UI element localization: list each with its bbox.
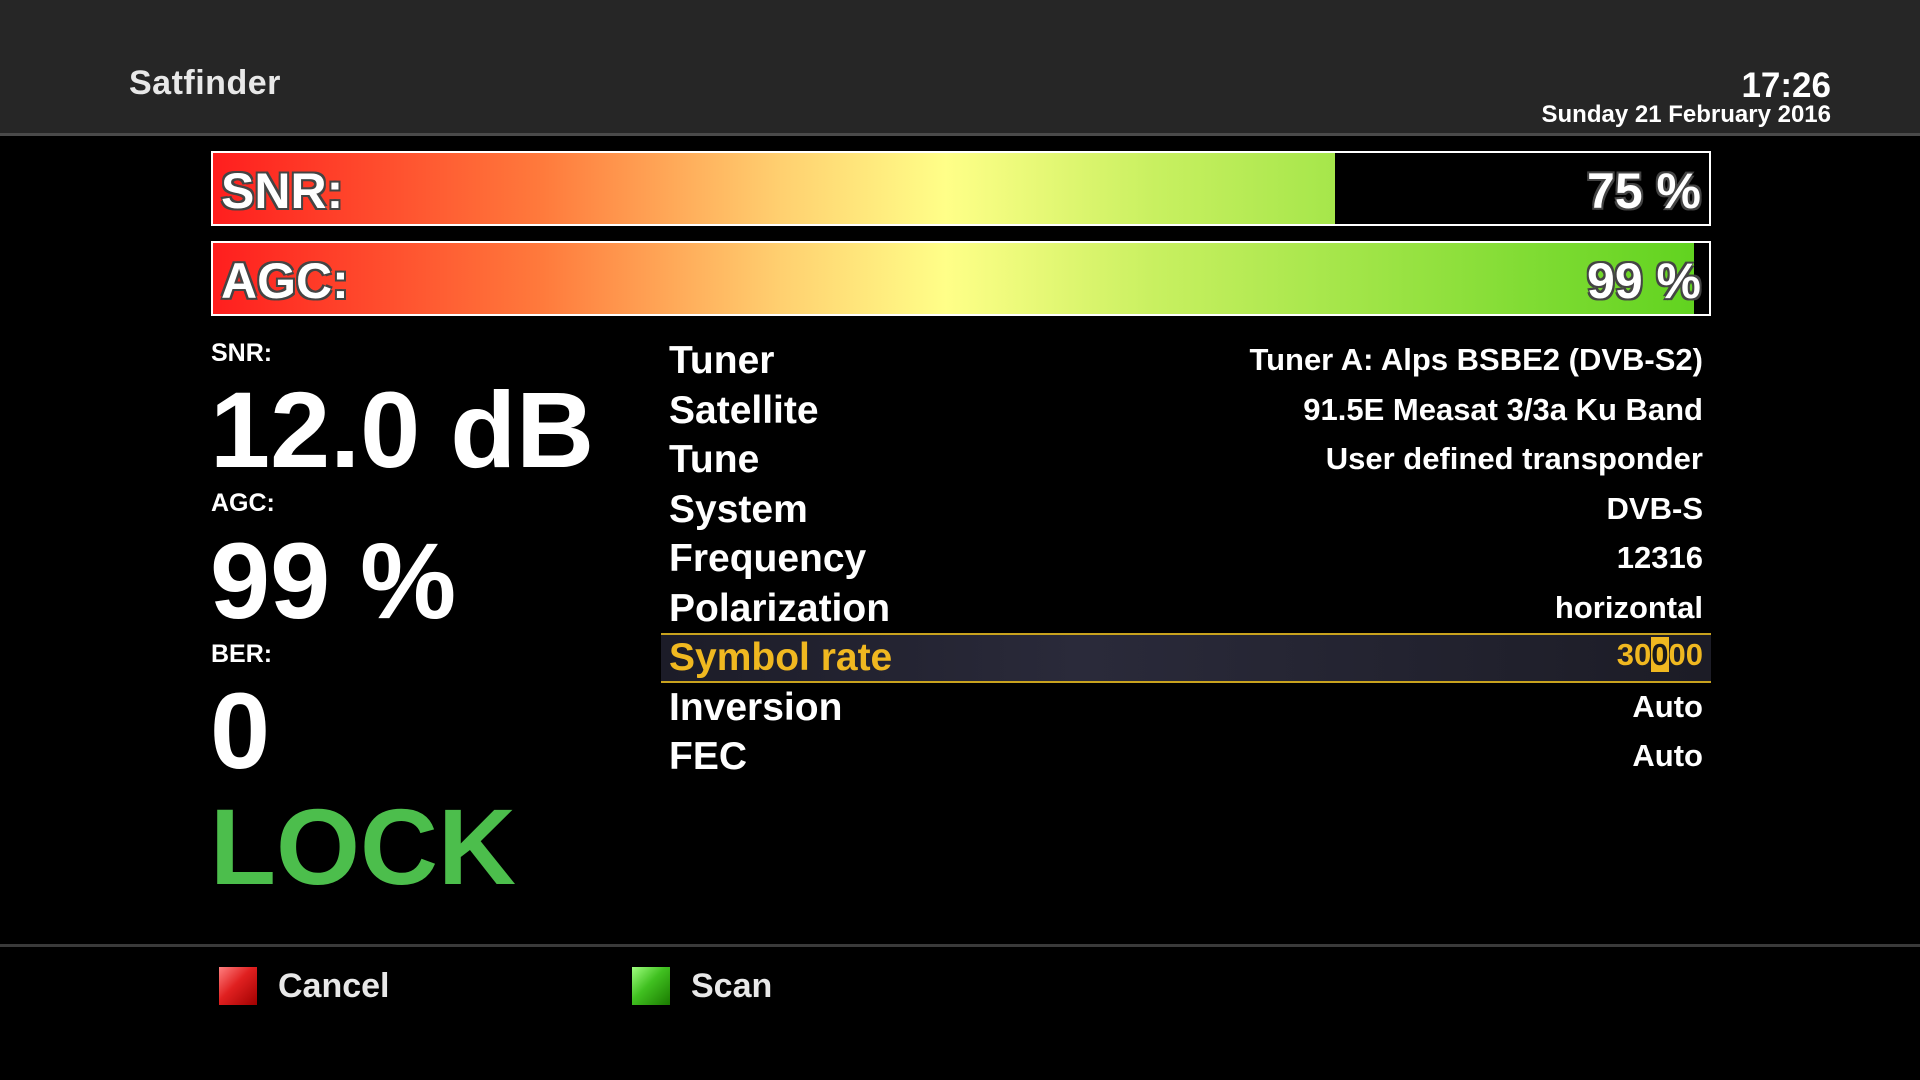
param-name: Inversion [669,685,843,729]
ber-label: BER: [211,640,273,668]
param-name: Tuner [669,339,775,382]
param-value: User defined transponder [1325,441,1703,476]
red-key-icon[interactable] [219,967,257,1005]
param-value: Auto [1632,738,1703,773]
snr-value: 12.0 dB [210,369,595,490]
param-name: Frequency [669,537,867,580]
agc-bar: AGC: 99 % [211,241,1711,316]
param-value: Auto [1632,688,1703,724]
param-value: 12316 [1616,540,1703,575]
green-key-icon[interactable] [632,967,670,1005]
header-bar: Satfinder 17:26 Sunday 21 February 2016 [0,0,1920,136]
clock: 17:26 [1741,66,1831,105]
param-name: Tune [669,438,760,481]
param-value: horizontal [1554,589,1703,625]
param-row-polarization[interactable]: Polarization horizontal [661,584,1711,634]
param-row-fec[interactable]: FEC Auto [661,732,1711,782]
cancel-button[interactable]: Cancel [278,967,390,1006]
lock-status: LOCK [210,786,516,907]
agc-bar-gradient [213,243,1694,314]
snr-bar-value: 75 % [1587,163,1701,219]
footer-divider [0,944,1920,947]
value-after-cursor: 00 [1668,637,1703,672]
scan-button[interactable]: Scan [691,967,772,1006]
snr-bar-gradient [213,153,1335,224]
date: Sunday 21 February 2016 [1541,101,1831,128]
agc-value: 99 % [210,520,457,641]
param-value: 91.5E Measat 3/3a Ku Band [1303,391,1703,427]
param-row-inversion[interactable]: Inversion Auto [661,683,1711,733]
param-value: DVB-S [1606,490,1703,526]
param-value: Tuner A: Alps BSBE2 (DVB-S2) [1249,342,1703,377]
agc-bar-value: 99 % [1587,253,1701,309]
text-cursor: 0 [1651,637,1669,672]
snr-bar-fill [213,153,1335,224]
symbol-rate-input[interactable]: 30000 [1617,637,1703,673]
param-row-frequency[interactable]: Frequency 12316 [661,534,1711,584]
param-row-tune[interactable]: Tune User defined transponder [661,435,1711,485]
satfinder-screen: Satfinder 17:26 Sunday 21 February 2016 … [0,0,1920,1080]
agc-bar-fill [213,243,1694,314]
agc-bar-label: AGC: [221,253,349,309]
ber-value: 0 [210,670,271,791]
snr-label: SNR: [211,339,273,367]
value-before-cursor: 30 [1616,637,1652,672]
param-row-satellite[interactable]: Satellite 91.5E Measat 3/3a Ku Band [661,386,1711,436]
agc-label: AGC: [211,489,275,517]
parameter-list: Tuner Tuner A: Alps BSBE2 (DVB-S2) Satel… [661,336,1711,782]
param-name: FEC [669,735,747,778]
param-name: System [669,487,808,531]
param-row-tuner[interactable]: Tuner Tuner A: Alps BSBE2 (DVB-S2) [661,336,1711,386]
snr-bar: SNR: 75 % [211,151,1711,226]
param-name: Symbol rate [669,636,893,679]
snr-bar-label: SNR: [221,163,344,219]
param-row-system[interactable]: System DVB-S [661,485,1711,535]
param-name: Polarization [669,586,891,630]
page-title: Satfinder [129,64,281,102]
param-row-symbol-rate[interactable]: Symbol rate 30000 [661,633,1711,683]
param-name: Satellite [669,388,819,432]
